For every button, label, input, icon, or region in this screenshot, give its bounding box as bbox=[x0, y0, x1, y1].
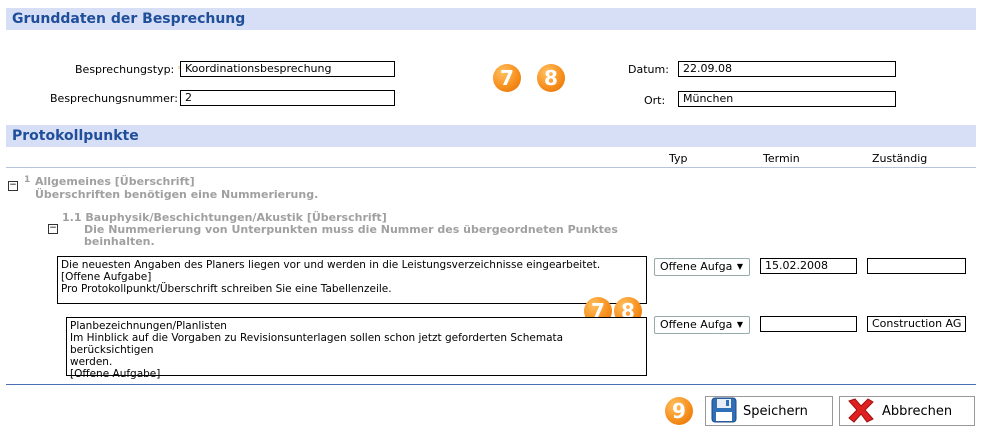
item-type-value: Offene Aufga bbox=[660, 260, 733, 273]
heading2-note-line1: Die Nummerierung von Unterpunkten muss d… bbox=[84, 223, 618, 236]
protocol-item-line: Im Hinblick auf die Vorgaben zu Revision… bbox=[70, 332, 564, 356]
floppy-disk-icon bbox=[711, 397, 737, 426]
save-button-label: Speichern bbox=[743, 403, 808, 419]
collapse-toggle-icon[interactable]: − bbox=[48, 224, 58, 234]
item-type-select[interactable]: Offene Aufga ▼ bbox=[654, 316, 750, 334]
column-header-type: Typ bbox=[669, 152, 688, 165]
place-input[interactable]: München bbox=[678, 91, 896, 107]
meeting-number-label-text: Besprechungsnummer: bbox=[50, 92, 178, 105]
responsible-input[interactable]: Construction AG bbox=[867, 316, 966, 332]
close-icon bbox=[846, 397, 876, 426]
section-header-basics: Grunddaten der Besprechung bbox=[6, 8, 976, 30]
save-button[interactable]: Speichern bbox=[705, 396, 833, 426]
meeting-type-input[interactable]: Koordinationsbesprechung bbox=[180, 61, 395, 77]
deadline-input[interactable] bbox=[760, 316, 857, 332]
column-header-responsible: Zuständig bbox=[872, 152, 928, 165]
protocol-item-line: Planbezeichnungen/Planlisten bbox=[70, 320, 227, 332]
protocol-item-line: [Offene Aufgabe] bbox=[61, 271, 152, 283]
heading1-number: 1 bbox=[24, 175, 31, 185]
chevron-down-icon: ▼ bbox=[736, 262, 743, 271]
place-label: Ort: bbox=[644, 94, 666, 107]
date-label: Datum: bbox=[628, 63, 669, 76]
chevron-down-icon: ▼ bbox=[736, 320, 743, 329]
step-badge-9: 9 bbox=[665, 397, 693, 425]
bottom-divider bbox=[6, 384, 976, 385]
protocol-item-line: Die neuesten Angaben des Planers liegen … bbox=[61, 259, 601, 271]
date-input[interactable]: 22.09.08 bbox=[678, 61, 896, 77]
meeting-number-input[interactable]: 2 bbox=[180, 90, 395, 106]
protocol-item-text[interactable]: Planbezeichnungen/Planlisten Im Hinblick… bbox=[66, 317, 647, 380]
protocol-item-text[interactable]: Die neuesten Angaben des Planers liegen … bbox=[57, 256, 647, 304]
item-type-select[interactable]: Offene Aufga ▼ bbox=[654, 258, 750, 276]
heading2-note-line2: beinhalten. bbox=[84, 235, 155, 248]
meeting-type-label-text: Besprechungstyp: bbox=[75, 63, 175, 76]
step-badge-7: 7 bbox=[493, 64, 521, 92]
column-header-divider bbox=[6, 167, 976, 168]
column-header-deadline: Termin bbox=[763, 152, 800, 165]
cancel-button[interactable]: Abbrechen bbox=[839, 396, 975, 426]
section-header-points: Protokollpunkte bbox=[6, 125, 976, 147]
protocol-item-line: werden. bbox=[70, 356, 113, 368]
step-badge-8: 8 bbox=[537, 64, 565, 92]
item-type-value: Offene Aufga bbox=[660, 318, 733, 331]
cancel-button-label: Abbrechen bbox=[882, 403, 953, 419]
meeting-number-label: Besprechungsnummer: * bbox=[50, 92, 187, 105]
collapse-toggle-icon[interactable]: − bbox=[8, 181, 18, 191]
protocol-item-line: Pro Protokollpunkt/Überschrift schreiben… bbox=[61, 283, 392, 295]
deadline-input[interactable]: 15.02.2008 bbox=[760, 258, 857, 274]
heading1-title: Allgemeines [Überschrift] bbox=[35, 175, 195, 188]
meeting-type-label: Besprechungstyp: * bbox=[75, 63, 183, 76]
protocol-item-line: [Offene Aufgabe] bbox=[70, 368, 161, 380]
responsible-input[interactable] bbox=[867, 258, 966, 274]
heading1-note: Überschriften benötigen eine Nummerierun… bbox=[35, 188, 319, 201]
